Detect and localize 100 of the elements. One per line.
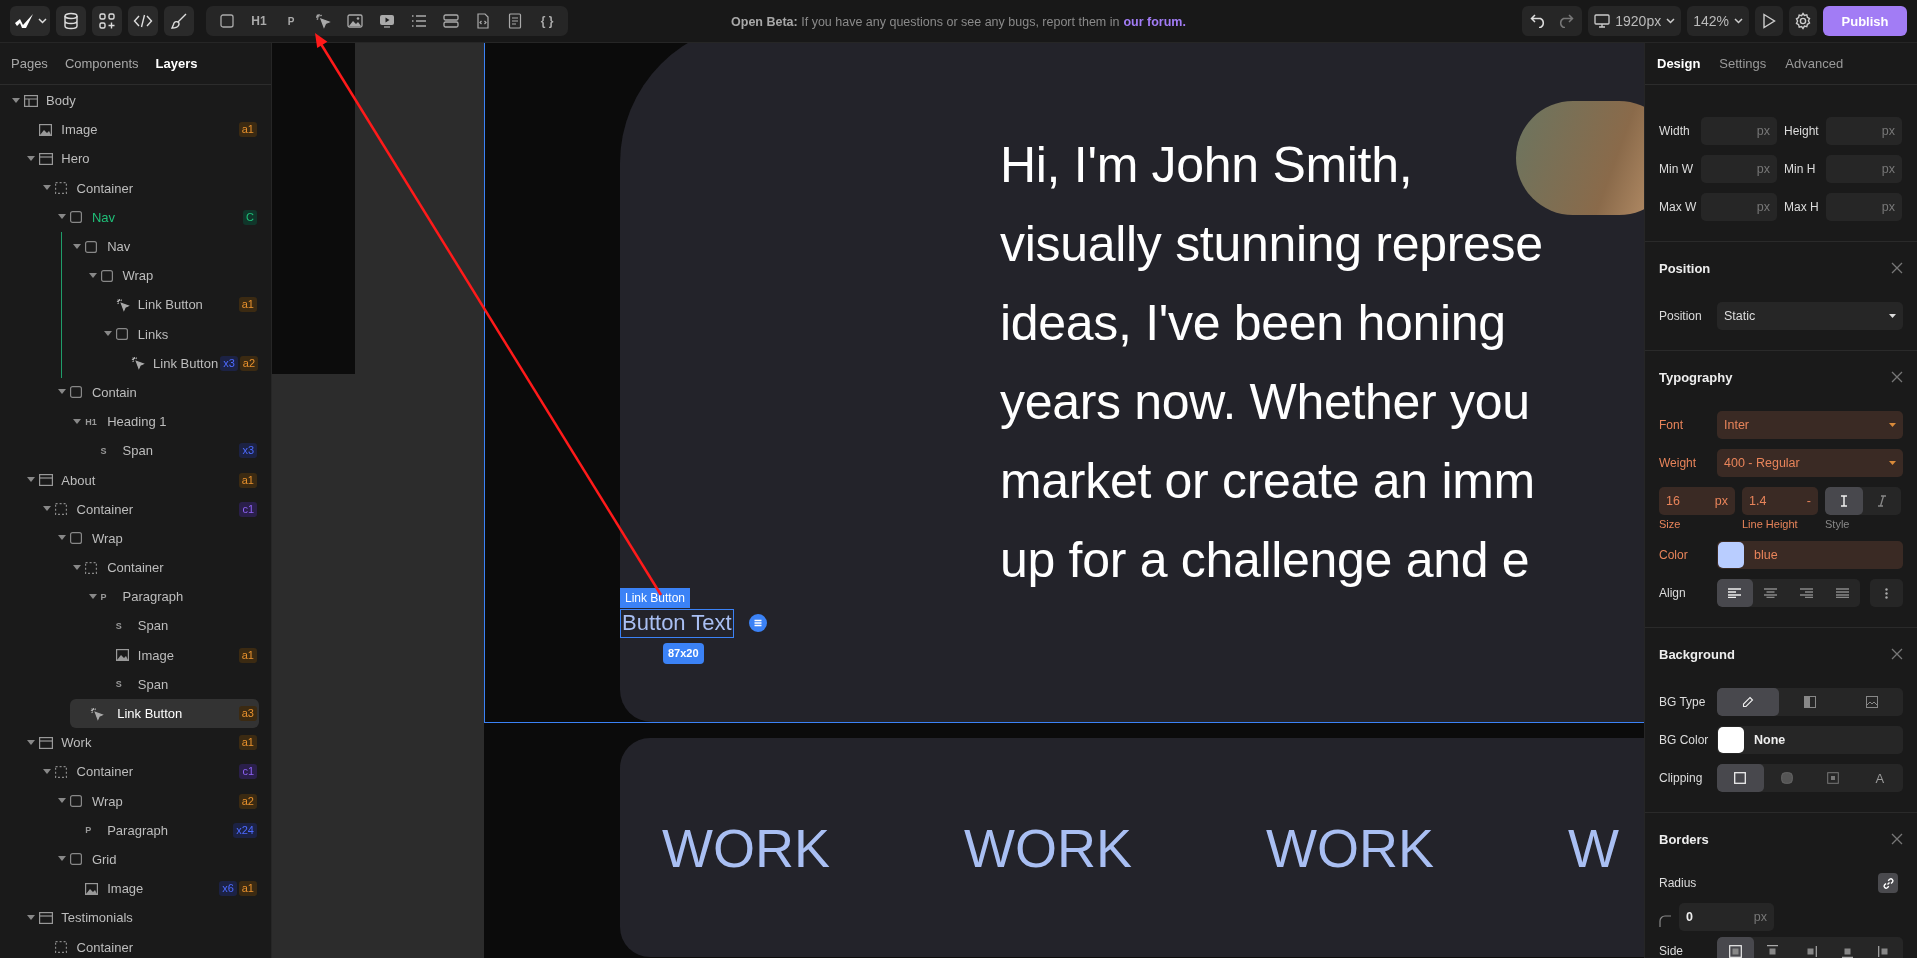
section-icon <box>39 911 54 924</box>
element-tag: P <box>85 825 92 836</box>
select-field[interactable]: 400 - Regular <box>1717 449 1903 477</box>
align-button[interactable] <box>1717 579 1753 607</box>
border-side-button[interactable] <box>1717 937 1755 958</box>
layer-badge: a2 <box>239 355 258 371</box>
cursor-click-icon <box>315 13 331 29</box>
caret-icon <box>42 506 51 513</box>
field-label: Max W <box>1659 200 1698 214</box>
field-label: BG Color <box>1659 733 1710 747</box>
breakpoint-select[interactable]: 1920px <box>1588 6 1682 36</box>
clipping-button[interactable] <box>1717 764 1764 792</box>
layer-badge: a2 <box>238 793 257 809</box>
section-title: Borders <box>1659 831 1709 847</box>
layer-item[interactable]: Grid <box>54 844 259 875</box>
color-field[interactable]: None <box>1717 726 1903 754</box>
heading-tool[interactable]: H1 <box>244 6 274 36</box>
square-icon <box>100 269 113 282</box>
dashed-square-icon <box>54 182 67 195</box>
input-field[interactable]: 0 px <box>1679 903 1774 931</box>
zoom-select[interactable]: 142% <box>1687 6 1749 36</box>
layer-item[interactable]: Nav C <box>54 202 259 232</box>
color-field[interactable]: blue <box>1717 541 1903 569</box>
layer-badge: x3 <box>220 355 238 371</box>
style-option-button[interactable] <box>1825 487 1863 515</box>
selected-link-button[interactable]: Button Text <box>620 609 734 638</box>
layer-item[interactable]: Container <box>70 553 259 583</box>
layer-item[interactable]: Image a1 <box>100 640 259 670</box>
panel-tab[interactable]: Design <box>1657 56 1701 71</box>
forum-link[interactable]: our forum. <box>1123 14 1186 29</box>
chain-link-icon <box>1881 876 1895 890</box>
select-field[interactable]: Inter <box>1717 411 1903 439</box>
logo-menu-button[interactable] <box>10 6 50 36</box>
input-field[interactable]: 1.4 - <box>1742 487 1818 515</box>
layer-item[interactable]: Link Button x3 a2 <box>116 348 259 378</box>
layer-item[interactable]: About a1 <box>24 465 259 495</box>
paragraph-tool[interactable]: P <box>276 6 306 36</box>
layer-item[interactable]: S Span <box>100 611 259 641</box>
close-icon[interactable] <box>1891 262 1903 274</box>
bg-type-button[interactable] <box>1717 688 1779 716</box>
layer-item[interactable]: Wrap a2 <box>54 786 259 816</box>
layer-item[interactable]: Image a1 <box>24 115 259 145</box>
chevron-down-icon <box>37 18 47 24</box>
settings-button[interactable] <box>1789 6 1817 36</box>
link-corners-button[interactable] <box>1878 873 1898 893</box>
dashed-square-icon <box>54 765 67 778</box>
panel-tab[interactable]: Pages <box>11 56 48 71</box>
close-icon[interactable] <box>1891 833 1903 845</box>
layer-item[interactable]: Container c1 <box>39 494 259 524</box>
section-icon <box>39 152 54 165</box>
code-block-tool[interactable]: { } <box>532 6 562 36</box>
layer-item[interactable]: S Span <box>100 669 259 699</box>
layer-item[interactable]: S Span x3 <box>85 436 259 466</box>
layer-item[interactable]: Container <box>39 173 259 203</box>
close-icon[interactable] <box>1891 371 1903 383</box>
clipping-button[interactable]: A <box>1856 764 1903 792</box>
layer-item[interactable]: Body <box>9 86 259 116</box>
layer-item[interactable]: Wrap <box>54 523 259 553</box>
layer-item[interactable]: Container c1 <box>39 757 259 787</box>
code-button[interactable] <box>128 6 158 36</box>
layer-item[interactable]: Hero <box>24 144 259 174</box>
database-button[interactable] <box>56 6 86 36</box>
marquee-word: W <box>1568 816 1620 879</box>
panel-tab[interactable]: Layers <box>155 56 198 71</box>
panel-tab[interactable]: Settings <box>1719 56 1767 71</box>
layer-item[interactable]: Wrap <box>85 261 259 291</box>
align-justify-icon <box>1835 588 1849 598</box>
layer-item[interactable]: Link Button a3 <box>70 698 259 729</box>
layer-item[interactable]: Container <box>39 932 259 958</box>
preview-button[interactable] <box>1755 6 1783 36</box>
layer-item[interactable]: Testimonials <box>24 903 259 933</box>
layer-item[interactable]: Link Button a1 <box>100 290 259 320</box>
input-field[interactable]: 16 px <box>1659 487 1735 515</box>
layer-item[interactable]: Work a1 <box>24 728 259 758</box>
layer-item[interactable]: Image x6 a1 <box>70 874 259 904</box>
caret-icon <box>1889 461 1896 465</box>
select-field[interactable]: Static <box>1717 302 1903 330</box>
field-label: Style <box>1825 518 1851 530</box>
layer-item[interactable]: Nav <box>70 231 259 262</box>
square-icon <box>69 532 82 545</box>
panel-tab[interactable]: Components <box>64 56 139 71</box>
monitor-icon <box>1594 14 1611 28</box>
layer-item[interactable]: P Paragraph <box>85 582 259 612</box>
element-tag: P <box>100 591 107 602</box>
layer-badge: a1 <box>238 647 257 663</box>
layer-item[interactable]: Contain <box>54 377 259 408</box>
field-label: Min H <box>1783 162 1817 176</box>
layer-item[interactable]: P Paragraph x24 <box>70 815 259 845</box>
field-label: Min W <box>1659 162 1694 176</box>
element-menu-icon[interactable] <box>749 614 767 632</box>
caret-icon <box>73 243 82 250</box>
field-label: Font <box>1659 418 1684 432</box>
panel-tab[interactable]: Advanced <box>1785 56 1844 71</box>
layer-item[interactable]: Links <box>100 319 259 349</box>
close-icon[interactable] <box>1891 648 1903 660</box>
layer-item[interactable]: H1 Heading 1 <box>70 407 259 437</box>
settings-icon <box>1794 12 1812 30</box>
components-button[interactable] <box>92 6 122 36</box>
image-icon <box>1866 696 1878 708</box>
style-button[interactable] <box>164 6 194 36</box>
